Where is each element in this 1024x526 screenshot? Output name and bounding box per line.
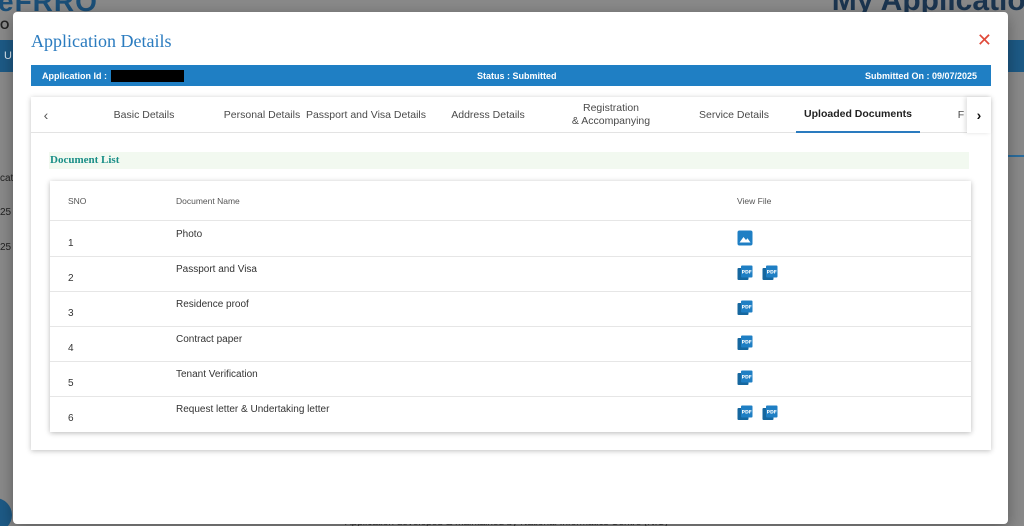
pdf-icon[interactable]: PDF bbox=[762, 405, 778, 421]
background-logo-sub: O bbox=[0, 18, 12, 32]
close-icon[interactable]: ✕ bbox=[977, 31, 992, 49]
row-view-files: PDF PDF bbox=[737, 405, 778, 421]
svg-text:PDF: PDF bbox=[742, 410, 752, 416]
pdf-icon[interactable]: PDF bbox=[737, 265, 753, 281]
pdf-icon[interactable]: PDF bbox=[737, 335, 753, 351]
row-view-files bbox=[737, 230, 753, 246]
tab-partial[interactable]: F bbox=[955, 97, 967, 133]
table-row: 6 Request letter & Undertaking letter PDF P… bbox=[50, 397, 971, 432]
application-details-modal: Application Details ✕ Application Id : S… bbox=[13, 12, 1008, 524]
background-nav-item: U bbox=[4, 50, 12, 62]
svg-text:PDF: PDF bbox=[742, 340, 752, 346]
tab-basic-details[interactable]: Basic Details bbox=[79, 97, 209, 133]
table-row: 3 Residence proof PDF bbox=[50, 292, 971, 327]
tab-address-details[interactable]: Address Details bbox=[423, 97, 553, 133]
row-document-name: Residence proof bbox=[176, 299, 249, 310]
row-sno: 3 bbox=[68, 308, 74, 319]
application-id-redacted bbox=[111, 69, 184, 82]
column-header-document-name: Document Name bbox=[176, 196, 240, 206]
tab-bar: ‹ Basic Details Personal Details Passpor… bbox=[31, 97, 991, 133]
details-card: ‹ Basic Details Personal Details Passpor… bbox=[31, 97, 991, 450]
column-header-view-file: View File bbox=[737, 196, 772, 206]
pdf-icon[interactable]: PDF bbox=[737, 370, 753, 386]
table-header: SNO Document Name View File bbox=[50, 181, 971, 221]
row-sno: 5 bbox=[68, 378, 74, 389]
table-row: 5 Tenant Verification PDF bbox=[50, 362, 971, 397]
tab-uploaded-documents[interactable]: Uploaded Documents bbox=[796, 97, 920, 133]
table-row: 4 Contract paper PDF bbox=[50, 327, 971, 362]
tab-registration-accompanying[interactable]: Registration & Accompanying bbox=[548, 97, 674, 133]
row-document-name: Request letter & Undertaking letter bbox=[176, 404, 330, 415]
application-id: Application Id : bbox=[42, 69, 184, 82]
row-sno: 4 bbox=[68, 343, 74, 354]
row-sno: 2 bbox=[68, 273, 74, 284]
svg-text:PDF: PDF bbox=[767, 270, 777, 276]
column-header-sno: SNO bbox=[68, 196, 87, 206]
table-row: 2 Passport and Visa PDF PDF bbox=[50, 257, 971, 292]
row-document-name: Contract paper bbox=[176, 334, 243, 345]
background-accent-line bbox=[1006, 155, 1024, 157]
document-list-heading: Document List bbox=[49, 152, 969, 169]
row-document-name: Passport and Visa bbox=[176, 264, 257, 275]
background-chat-icon bbox=[0, 498, 12, 526]
svg-text:PDF: PDF bbox=[742, 375, 752, 381]
tab-scroll-right-icon[interactable]: › bbox=[967, 97, 991, 133]
row-sno: 1 bbox=[68, 238, 74, 249]
submitted-on-label: Submitted On : 09/07/2025 bbox=[864, 70, 977, 81]
background-row-label: 25 bbox=[0, 207, 12, 218]
row-view-files: PDF bbox=[737, 335, 753, 351]
svg-text:PDF: PDF bbox=[742, 270, 752, 276]
row-document-name: Tenant Verification bbox=[176, 369, 258, 380]
row-view-files: PDF bbox=[737, 300, 753, 316]
svg-text:PDF: PDF bbox=[767, 410, 777, 416]
application-info-bar: Application Id : Status : Submitted Subm… bbox=[31, 65, 991, 86]
image-icon[interactable] bbox=[737, 230, 753, 246]
pdf-icon[interactable]: PDF bbox=[762, 265, 778, 281]
tab-scroll-left-icon[interactable]: ‹ bbox=[34, 97, 58, 133]
tab-service-details[interactable]: Service Details bbox=[683, 97, 785, 133]
modal-title: Application Details bbox=[31, 31, 172, 51]
application-id-label: Application Id : bbox=[42, 70, 107, 81]
background-row-label: 25 bbox=[0, 242, 12, 253]
svg-text:PDF: PDF bbox=[742, 305, 752, 311]
status-label: Status : Submitted bbox=[477, 70, 557, 81]
pdf-icon[interactable]: PDF bbox=[737, 300, 753, 316]
row-view-files: PDF PDF bbox=[737, 265, 778, 281]
document-table: SNO Document Name View File 1 Photo 2 Passp… bbox=[50, 181, 971, 432]
row-document-name: Photo bbox=[176, 229, 203, 240]
tab-passport-visa-details[interactable]: Passport and Visa Details bbox=[301, 97, 431, 133]
table-row: 1 Photo bbox=[50, 222, 971, 257]
row-view-files: PDF bbox=[737, 370, 753, 386]
row-sno: 6 bbox=[68, 413, 74, 424]
pdf-icon[interactable]: PDF bbox=[737, 405, 753, 421]
